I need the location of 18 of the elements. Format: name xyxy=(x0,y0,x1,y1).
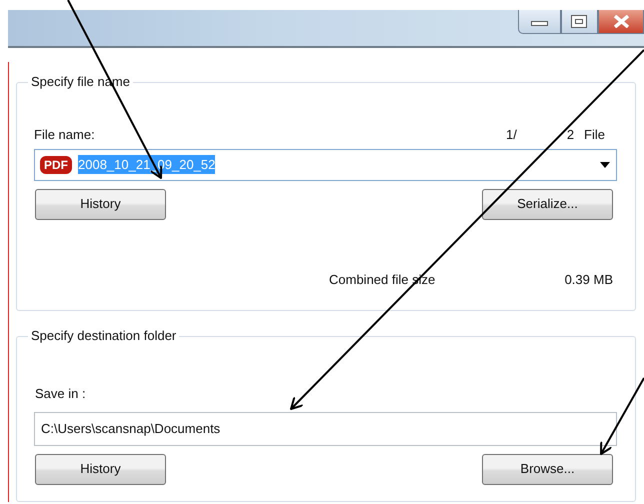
pdf-icon: PDF xyxy=(40,156,72,174)
close-button[interactable] xyxy=(598,10,644,34)
history-button[interactable]: History xyxy=(35,188,166,220)
minimize-button[interactable] xyxy=(518,10,561,34)
close-icon xyxy=(612,15,630,28)
save-path-field[interactable]: C:\Users\scansnap\Documents xyxy=(34,412,617,446)
history-button[interactable]: History xyxy=(35,454,166,484)
page-counter-unit: File xyxy=(584,126,605,144)
page-counter-current: 1/ xyxy=(506,126,517,144)
field-label: File name: xyxy=(34,126,95,144)
field-label: Save in : xyxy=(35,386,86,400)
page-counter-total: 2 xyxy=(566,126,574,144)
serialize-button[interactable]: Serialize... xyxy=(482,188,613,220)
maximize-icon xyxy=(571,15,588,28)
maximize-button[interactable] xyxy=(561,10,598,34)
dropdown-arrow-icon[interactable] xyxy=(600,162,610,168)
combined-size-value: 0.39 MB xyxy=(564,270,613,288)
browse-button[interactable]: Browse... xyxy=(482,454,613,484)
